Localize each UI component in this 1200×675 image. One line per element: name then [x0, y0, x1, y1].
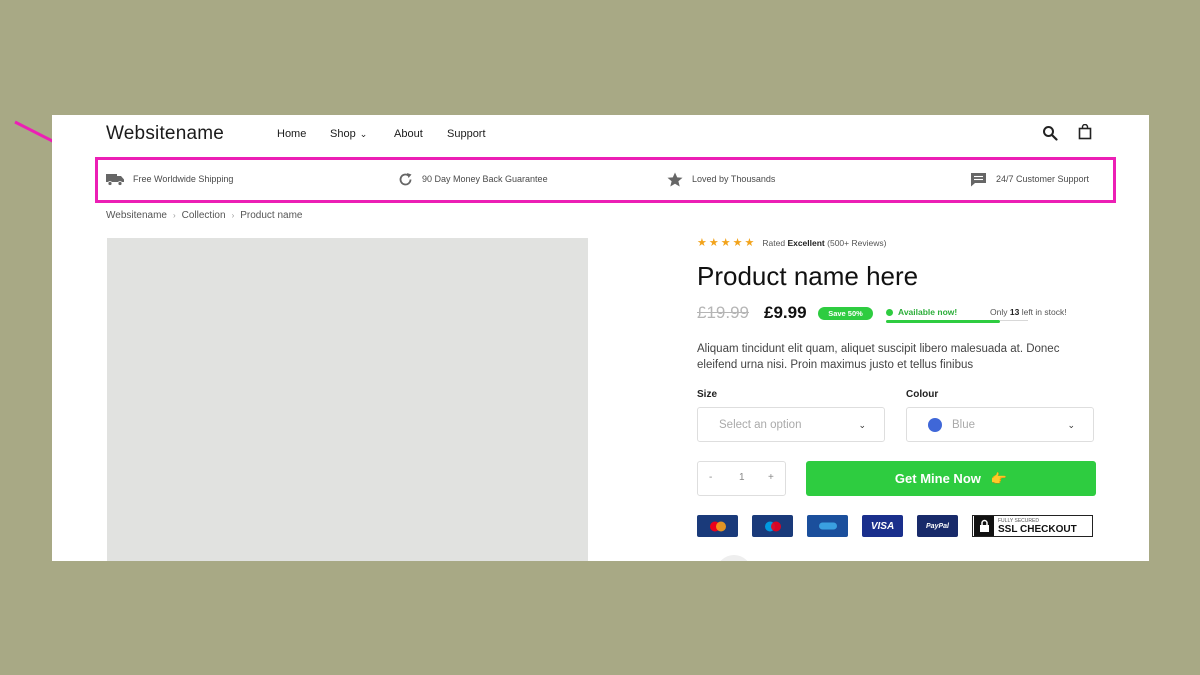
star-icon: ★ [720, 237, 731, 249]
rating-row: ★ ★ ★ ★ ★ Rated Excellent (500+ Reviews) [697, 236, 886, 249]
size-select[interactable]: Select an option ⌄ [697, 407, 885, 442]
ssl-big-text: SSL CHECKOUT [998, 523, 1077, 535]
colour-select[interactable]: Blue ⌄ [906, 407, 1094, 442]
colour-swatch [928, 417, 942, 432]
current-price: £9.99 [764, 303, 807, 322]
search-icon[interactable] [1042, 125, 1058, 141]
paypal-badge: PayPal [917, 515, 958, 537]
size-placeholder: Select an option [719, 418, 802, 431]
avatar [716, 555, 752, 561]
size-label: Size [697, 389, 718, 400]
status-dot-icon [886, 308, 893, 316]
availability-status: Available now! [886, 307, 957, 317]
old-price: £19.99 [697, 303, 749, 322]
maestro-icon [764, 521, 781, 531]
rating-stars: ★ ★ ★ ★ ★ [697, 236, 756, 249]
nav-about[interactable]: About [394, 127, 423, 141]
star-icon: ★ [744, 237, 755, 249]
nav-shop-label: Shop [330, 128, 356, 140]
breadcrumb-collection[interactable]: Collection [182, 210, 226, 221]
pointing-hand-icon: 👉 [990, 470, 1008, 486]
save-badge: Save 50% [818, 307, 873, 320]
qty-value[interactable]: 1 [739, 472, 745, 483]
cta-label: Get Mine Now [894, 471, 981, 486]
stock-progress-fill [886, 320, 1000, 323]
stock-count: 13 [1009, 307, 1020, 317]
breadcrumb: Websitename › Collection › Product name [106, 210, 303, 221]
rating-word: Excellent [787, 237, 825, 248]
chevron-down-icon: ⌄ [1067, 420, 1075, 430]
breadcrumb-current: Product name [240, 210, 303, 221]
stock-text: Only 13 left in stock! [990, 307, 1067, 317]
breadcrumb-home[interactable]: Websitename [106, 210, 167, 221]
product-description: Aliquam tincidunt elit quam, aliquet sus… [697, 343, 1060, 371]
nav-shop[interactable]: Shop ⌄ [330, 127, 367, 141]
qty-plus-button[interactable]: + [768, 472, 774, 483]
star-icon: ★ [732, 237, 743, 249]
mastercard-icon [709, 521, 726, 531]
stock-progress-track [1000, 320, 1028, 321]
cart-icon[interactable] [1077, 124, 1093, 140]
site-logo[interactable]: Websitename [106, 123, 224, 145]
star-icon: ★ [708, 237, 719, 249]
chevron-down-icon: ⌄ [858, 420, 866, 430]
product-title: Product name here [697, 261, 919, 291]
colour-value: Blue [952, 418, 976, 431]
usp-highlight-box [95, 157, 1116, 203]
get-mine-now-button[interactable]: Get Mine Now 👉 [806, 461, 1096, 496]
star-icon: ★ [697, 237, 707, 249]
maestro-badge [752, 515, 793, 537]
nav-home[interactable]: Home [277, 127, 306, 141]
availability-text: Available now! [898, 307, 958, 317]
nav-support[interactable]: Support [447, 127, 486, 141]
ssl-checkout-badge: FULLY SECURED SSL CHECKOUT [972, 515, 1093, 537]
mastercard-badge [697, 515, 738, 537]
product-image[interactable] [107, 238, 588, 561]
cirrus-icon [818, 522, 837, 530]
review-count[interactable]: (500+ Reviews) [827, 238, 886, 248]
quantity-stepper[interactable]: - 1 + [697, 461, 786, 496]
colour-label: Colour [906, 389, 939, 400]
qty-minus-button[interactable]: - [709, 472, 712, 483]
visa-badge: VISA [862, 515, 903, 537]
rating-prefix: Rated [762, 237, 786, 248]
lock-icon [974, 516, 994, 536]
cirrus-badge [807, 515, 848, 537]
chevron-down-icon: ⌄ [359, 129, 368, 139]
